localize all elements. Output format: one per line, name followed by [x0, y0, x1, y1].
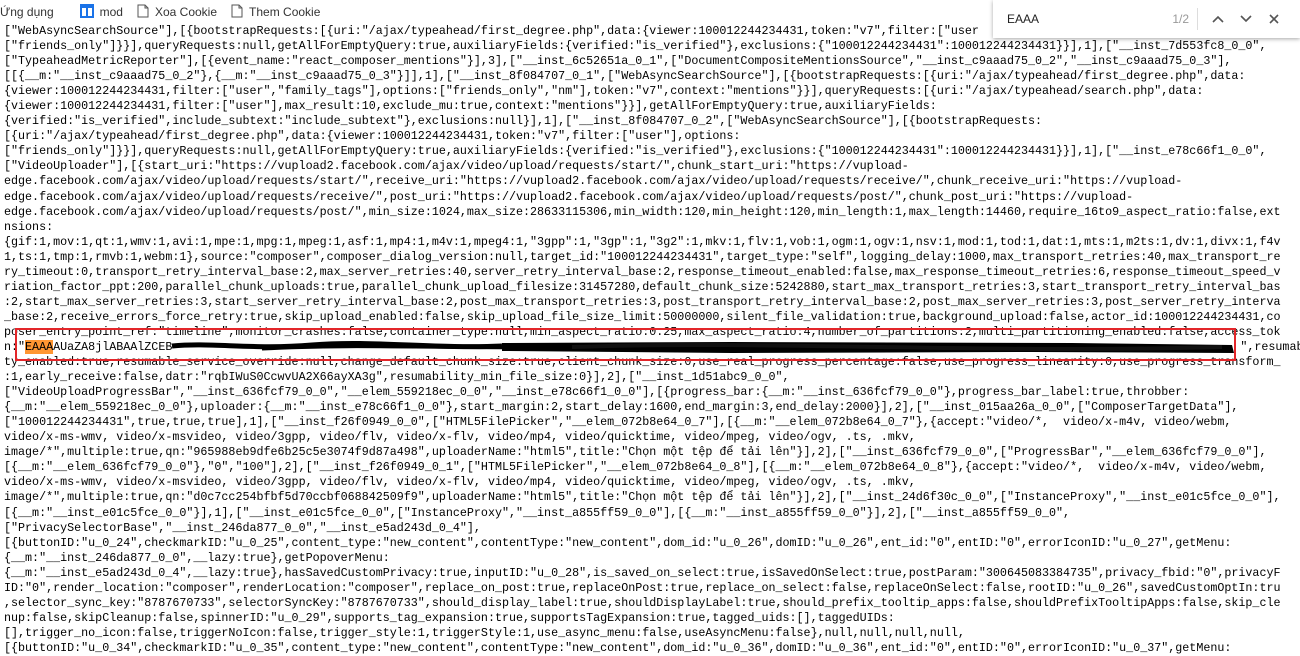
- source-line: ["TypeaheadMetricReporter"],[{event_name…: [4, 54, 1232, 69]
- find-match-count: 1/2: [1159, 8, 1198, 30]
- close-icon: [1269, 14, 1279, 24]
- source-line: ["100012244234431",true,true,true],1],["…: [4, 415, 1232, 430]
- source-line: ["VideoUploader"],[{start_uri:"https://v…: [4, 159, 909, 174]
- source-line: ry_timeout:0,transport_retry_interval_ba…: [4, 264, 1281, 279]
- page-source-text: ["WebAsyncSearchSource"],[{bootstrapRequ…: [4, 24, 1300, 656]
- bookmark-them-cookie[interactable]: Them Cookie: [231, 4, 320, 21]
- source-line: edge.facebook.com/ajax/video/upload/requ…: [4, 189, 1134, 204]
- bookmark-label: mod: [99, 5, 123, 19]
- source-line: nsions:: [4, 219, 54, 234]
- source-line: video/x-ms-wmv, video/x-msvideo, video/3…: [4, 430, 916, 445]
- token-prefix: n:": [4, 339, 26, 354]
- bookmark-label: Them Cookie: [249, 5, 321, 19]
- source-line: ID:"0",render_location:"composer",render…: [4, 580, 1281, 595]
- find-match-highlight: EAAA: [25, 339, 54, 354]
- source-line: [],trigger_no_icon:false,triggerNoIcon:f…: [4, 625, 965, 640]
- bookmark-label: Xoa Cookie: [154, 5, 218, 19]
- source-line: ["friends_only"]}}],queryRequests:null,g…: [4, 39, 1267, 54]
- source-line: {__m:"__inst_e5ad243d_0_4",__lazy:true},…: [4, 565, 1281, 580]
- token-visible-part: AUaZA8jlABAAlZCEB: [53, 339, 173, 354]
- find-input[interactable]: [1005, 11, 1159, 27]
- chevron-up-icon: [1212, 15, 1224, 23]
- source-line: riation_factor_ppt:200,parallel_chunk_up…: [4, 279, 1281, 294]
- source-line: image/*",multiple:true,qn:"d0c7cc254bfbf…: [4, 490, 1281, 505]
- source-line: :2,start_max_server_retries:3,start_serv…: [4, 294, 1281, 309]
- source-line: _base:2,receive_errors_force_retry:true,…: [4, 309, 1281, 324]
- find-next-button[interactable]: [1232, 5, 1260, 33]
- source-line: [[{__m:"__inst_c9aaad75_0_2"},{__m:"__in…: [4, 69, 1246, 84]
- page-icon: [137, 4, 149, 21]
- source-line: ty_enabled:true,resumable_service_overri…: [4, 355, 1281, 370]
- source-line: :1,early_receive:false,datr:"rqbIWuS0Ccw…: [4, 370, 790, 385]
- source-line: [{buttonID:"u_0_24",checkmarkID:"u_0_25"…: [4, 535, 1232, 550]
- source-line: {viewer:100012244234431,filter:["user","…: [4, 84, 1204, 99]
- source-line: [{__m:"__elem_636fcf79_0_0"},"0","100"],…: [4, 460, 1267, 475]
- bookmark-apps[interactable]: Ứng dụng: [0, 5, 54, 19]
- source-line: image/*",multiple:true,qn:"965988eb9dfe6…: [4, 445, 1267, 460]
- page-icon: [231, 4, 243, 21]
- source-line: [{__m:"__inst_e01c5fce_0_0"}],1],["__ins…: [4, 505, 1071, 520]
- find-close-button[interactable]: [1260, 5, 1288, 33]
- source-line: {verified:"is_verified",include_subtext:…: [4, 114, 1043, 129]
- source-line-access-token: n:"EAAAAUaZA8jlABAAlZCEB ",resumabili: [4, 339, 1300, 355]
- source-line: {viewer:100012244234431,filter:["user"],…: [4, 99, 937, 114]
- source-line: 1,ts:1,tmp:1,rmvb:1,webm:1},source:"comp…: [4, 249, 1281, 264]
- source-line: ,selector_sync_key:"8787670733",selector…: [4, 595, 1281, 610]
- chevron-down-icon: [1240, 15, 1252, 23]
- source-line: [{buttonID:"u_0_34",checkmarkID:"u_0_35"…: [4, 640, 1232, 655]
- find-previous-button[interactable]: [1204, 5, 1232, 33]
- token-suffix: ",resumabili: [1240, 339, 1300, 354]
- source-line: ["VideoUploadProgressBar","__inst_636fcf…: [4, 385, 1190, 400]
- source-line: ["PrivacySelectorBase","__inst_246da877_…: [4, 520, 481, 535]
- bookmark-blue-icon: [79, 3, 94, 21]
- source-line: video/x-ms-wmv, video/x-msvideo, video/3…: [4, 475, 916, 490]
- source-line: nup:false,skipCleanup:false,spinnerID:"u…: [4, 610, 895, 625]
- bookmark-label: Ứng dụng: [0, 5, 54, 19]
- source-line: ["friends_only"]}}],queryRequests:null,g…: [4, 144, 1267, 159]
- find-bar: 1/2: [993, 0, 1300, 38]
- source-line: {__m:"__inst_246da877_0_0",__lazy:true},…: [4, 550, 390, 565]
- redaction-scribble: [172, 340, 1240, 353]
- source-line: {gif:1,mov:1,qt:1,wmv:1,avi:1,mpe:1,mpg:…: [4, 234, 1281, 249]
- source-line: {__m:"__elem_559218ec_0_0"},uploader:{__…: [4, 400, 1239, 415]
- source-line: poser_entry_point_ref:"timeline",monitor…: [4, 324, 1281, 339]
- source-line: edge.facebook.com/ajax/video/upload/requ…: [4, 174, 1183, 189]
- bookmark-xoa-cookie[interactable]: Xoa Cookie: [137, 4, 217, 21]
- source-line: [{uri:"/ajax/typeahead/first_degree.php"…: [4, 129, 741, 144]
- source-line: edge.facebook.com/ajax/video/upload/requ…: [4, 204, 1281, 219]
- bookmark-mod[interactable]: mod: [79, 3, 123, 21]
